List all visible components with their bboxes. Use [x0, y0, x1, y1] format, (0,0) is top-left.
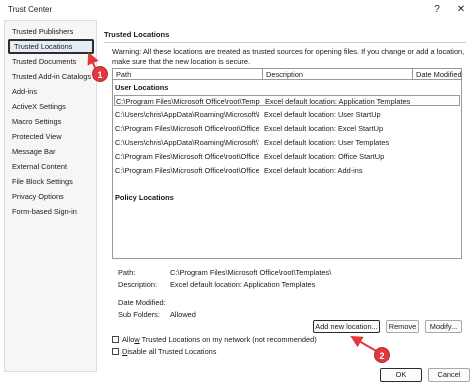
sidebar-item-activex-settings[interactable]: ActiveX Settings [8, 99, 94, 114]
column-header-description[interactable]: Description [263, 69, 413, 80]
user-locations-group: User Locations [115, 83, 169, 92]
row-path: C:\Users\chris\AppData\Roaming\Microsoft… [115, 110, 259, 119]
sidebar-item-privacy-options[interactable]: Privacy Options [8, 189, 94, 204]
row-path: C:\Program Files\Microsoft Office\root\O… [115, 124, 259, 133]
sidebar-item-protected-view[interactable]: Protected View [8, 129, 94, 144]
sidebar-item-file-block-settings[interactable]: File Block Settings [8, 174, 94, 189]
modify-button[interactable]: Modify... [425, 320, 462, 333]
sidebar-item-trusted-add-in-catalogs[interactable]: Trusted Add-in Catalogs [8, 69, 94, 84]
cancel-button[interactable]: Cancel [428, 368, 470, 382]
row-description: Excel default location: Excel StartUp [264, 124, 384, 133]
annotation-marker-1: 1 [92, 66, 108, 82]
detail-description-label: Description: [118, 280, 158, 289]
annotation-marker-2: 2 [374, 347, 390, 363]
row-description: Excel default location: Office StartUp [264, 152, 385, 161]
row-path: C:\Program Files\Microsoft Office\root\O… [115, 152, 259, 161]
row-path: C:\Users\chris\AppData\Roaming\Microsoft… [115, 138, 259, 147]
ok-button[interactable]: OK [380, 368, 422, 382]
row-description: Excel default location: Add-ins [264, 166, 363, 175]
disable-all-label[interactable]: Disable all Trusted Locations [122, 347, 217, 356]
warning-text: Warning: All these locations are treated… [112, 47, 465, 66]
allow-network-checkbox[interactable] [112, 336, 119, 343]
disable-all-checkbox[interactable] [112, 348, 119, 355]
add-new-location-button[interactable]: Add new location... [313, 320, 380, 333]
policy-locations-group: Policy Locations [115, 193, 174, 202]
section-divider [104, 42, 466, 43]
detail-date-label: Date Modified: [118, 298, 166, 307]
detail-description-value: Excel default location: Application Temp… [170, 280, 316, 289]
arrow-two [350, 336, 379, 353]
window-title: Trust Center [8, 5, 53, 14]
row-description: Excel default location: Application Temp… [265, 97, 411, 106]
column-header-date-modified[interactable]: Date Modified [413, 69, 461, 80]
column-header-path[interactable]: Path [113, 69, 263, 80]
sidebar-item-trusted-publishers[interactable]: Trusted Publishers [8, 24, 94, 39]
sidebar-item-add-ins[interactable]: Add-ins [8, 84, 94, 99]
detail-path-label: Path: [118, 268, 136, 277]
detail-path-value: C:\Program Files\Microsoft Office\root\T… [170, 268, 332, 277]
sidebar-item-macro-settings[interactable]: Macro Settings [8, 114, 94, 129]
detail-subfolders-label: Sub Folders: [118, 310, 160, 319]
close-button[interactable]: ✕ [452, 2, 470, 18]
row-path: C:\Program Files\Microsoft Office\root\T… [116, 97, 260, 106]
sidebar-item-external-content[interactable]: External Content [8, 159, 94, 174]
table-row[interactable]: C:\Program Files\Microsoft Office\root\O… [114, 151, 460, 162]
row-path: C:\Program Files\Microsoft Office\root\O… [115, 166, 259, 175]
sidebar-item-message-bar[interactable]: Message Bar [8, 144, 94, 159]
table-row[interactable]: C:\Program Files\Microsoft Office\root\O… [114, 123, 460, 134]
sidebar-item-trusted-documents[interactable]: Trusted Documents [8, 54, 94, 69]
table-row[interactable]: C:\Users\chris\AppData\Roaming\Microsoft… [114, 137, 460, 148]
row-description: Excel default location: User Templates [264, 138, 390, 147]
allow-network-label[interactable]: Allow Trusted Locations on my network (n… [122, 335, 317, 344]
section-title: Trusted Locations [104, 30, 170, 39]
row-description: Excel default location: User StartUp [264, 110, 381, 119]
sidebar-item-trusted-locations[interactable]: Trusted Locations [8, 39, 94, 54]
sidebar-item-form-based-sign-in[interactable]: Form-based Sign-in [8, 204, 94, 219]
title-bar: Trust Center ? ✕ [0, 0, 474, 20]
sidebar: Trusted Publishers Trusted Locations Tru… [4, 20, 97, 372]
help-button[interactable]: ? [428, 2, 446, 18]
detail-subfolders-value: Allowed [170, 310, 196, 319]
remove-button[interactable]: Remove [386, 320, 419, 333]
locations-table[interactable]: Path Description Date Modified User Loca… [112, 68, 462, 259]
table-row[interactable]: C:\Program Files\Microsoft Office\root\T… [114, 95, 460, 106]
table-row[interactable]: C:\Program Files\Microsoft Office\root\O… [114, 165, 460, 176]
table-row[interactable]: C:\Users\chris\AppData\Roaming\Microsoft… [114, 109, 460, 120]
